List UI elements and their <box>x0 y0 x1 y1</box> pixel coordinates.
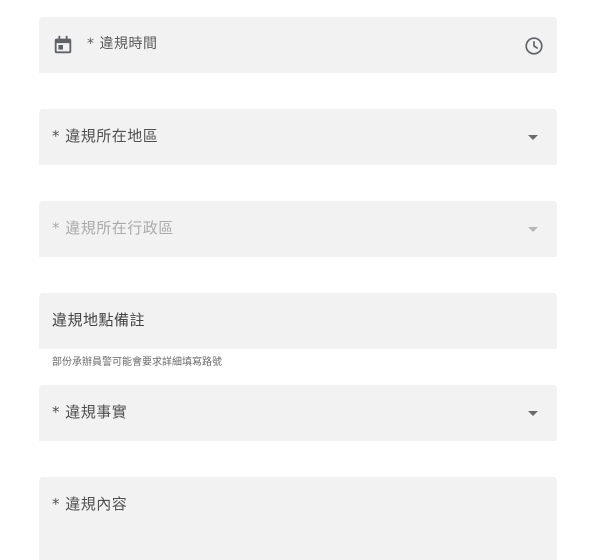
violation-fact-label: * 違規事實 <box>52 403 128 421</box>
violation-district-label: * 違規所在行政區 <box>52 219 174 237</box>
dropdown-caret-icon[interactable] <box>528 227 538 232</box>
violation-content-textarea[interactable]: * 違規內容 <box>39 477 557 560</box>
dropdown-caret-icon[interactable] <box>528 135 538 140</box>
location-note-input[interactable]: 違規地點備註 <box>39 293 557 349</box>
violation-district-select[interactable]: * 違規所在行政區 <box>39 201 557 257</box>
violation-time-field[interactable]: * 違規時間 <box>39 17 557 73</box>
dropdown-caret-icon[interactable] <box>528 411 538 416</box>
violation-region-label: * 違規所在地區 <box>52 127 159 145</box>
location-note-hint: 部份承辦員警可能會要求詳細填寫路號 <box>52 357 222 368</box>
violation-fact-select[interactable]: * 違規事實 <box>39 385 557 441</box>
clock-icon[interactable] <box>523 35 545 57</box>
location-note-label: 違規地點備註 <box>52 311 146 329</box>
calendar-icon <box>54 35 72 54</box>
violation-content-label: * 違規內容 <box>52 495 128 513</box>
violation-region-select[interactable]: * 違規所在地區 <box>39 109 557 165</box>
violation-time-label: * 違規時間 <box>87 36 158 52</box>
violation-report-form: * 違規時間 * 違規所在地區 * 違規所在行政區 違規地點備註 部份承辦員警可… <box>0 0 592 560</box>
